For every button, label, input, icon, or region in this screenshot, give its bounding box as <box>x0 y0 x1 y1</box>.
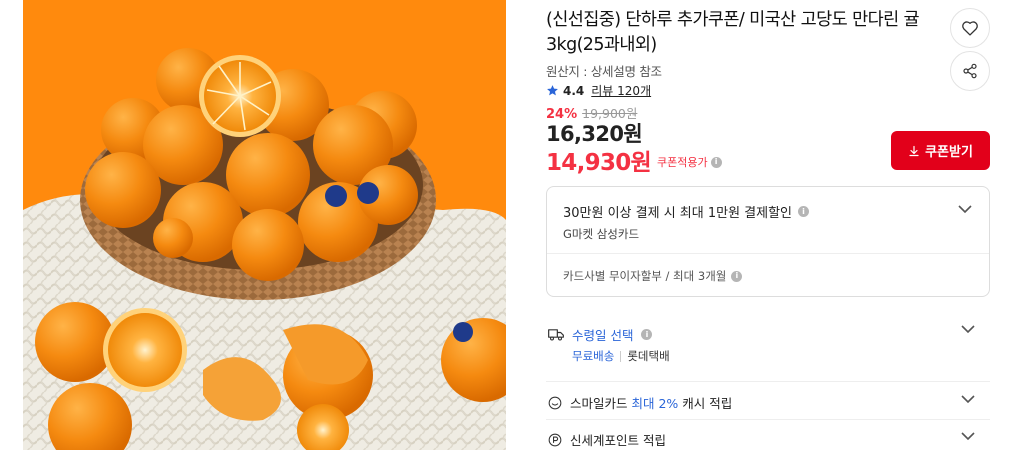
card-name: G마켓 삼성카드 <box>563 227 640 241</box>
installment-text: 카드사별 무이자할부 / 최대 3개월 <box>563 269 727 283</box>
divider <box>620 350 622 362</box>
smile-card-info: 스마일카드 최대 2% 캐시 적립 <box>548 393 732 412</box>
share-button[interactable] <box>950 51 990 91</box>
shinsegae-point-row[interactable]: 신세계포인트 적립 <box>546 420 990 456</box>
download-icon <box>909 145 919 156</box>
delivery-date-row[interactable]: 수령일 선택 i 무료배송 롯데택배 <box>546 320 990 382</box>
delivery-date-header: 수령일 선택 i <box>548 325 653 344</box>
smile-card-highlight: 최대 2% <box>631 396 679 411</box>
info-icon[interactable]: i <box>641 329 653 340</box>
smile-icon <box>548 396 562 409</box>
heart-icon <box>962 21 978 36</box>
card-benefit-headline: 30만원 이상 결제 시 최대 1만원 결제할인 i <box>563 202 810 221</box>
rating-row: 4.4 리뷰 120개 <box>546 82 651 99</box>
smile-card-row[interactable]: 스마일카드 최대 2% 캐시 적립 <box>546 382 990 420</box>
shinsegae-point-info: 신세계포인트 적립 <box>548 430 666 449</box>
wishlist-button[interactable] <box>950 8 990 48</box>
delivery-date-label: 수령일 선택 <box>572 328 634 343</box>
rating-score: 4.4 <box>563 83 585 98</box>
chevron-down-icon[interactable] <box>957 204 973 214</box>
share-icon <box>963 63 977 79</box>
product-image <box>23 0 506 450</box>
card-benefit-box[interactable]: 30만원 이상 결제 시 최대 1만원 결제할인 i G마켓 삼성카드 카드사별… <box>546 186 990 297</box>
get-coupon-button[interactable]: 쿠폰받기 <box>891 131 990 170</box>
info-icon[interactable]: i <box>798 206 810 217</box>
smile-card-suffix: 캐시 적립 <box>682 396 733 411</box>
smile-card-prefix: 스마일카드 <box>570 396 628 411</box>
chevron-down-icon[interactable] <box>960 324 976 334</box>
card-benefit-text: 30만원 이상 결제 시 최대 1만원 결제할인 <box>563 206 793 221</box>
point-icon <box>548 433 562 446</box>
origin-info: 원산지 : 상세설명 참조 <box>546 64 662 79</box>
shipping-info: 무료배송 롯데택배 <box>572 348 670 364</box>
chevron-down-icon[interactable] <box>960 431 976 441</box>
product-title: (신선집중) 단하루 추가쿠폰/ 미국산 고당도 만다린 귤 3kg(25과내외… <box>546 10 920 55</box>
get-coupon-label: 쿠폰받기 <box>925 144 973 159</box>
installment-info: 카드사별 무이자할부 / 최대 3개월 i <box>563 268 743 284</box>
coupon-price-row: 14,930원 쿠폰적용가 i <box>546 143 722 177</box>
star-icon <box>547 85 558 96</box>
info-icon[interactable]: i <box>731 270 743 282</box>
coupon-note-label: 쿠폰적용가 <box>657 156 708 169</box>
courier-name: 롯데택배 <box>627 349 670 363</box>
coupon-price-note[interactable]: 쿠폰적용가 i <box>657 154 722 170</box>
coupon-price: 14,930원 <box>546 150 652 176</box>
truck-icon <box>548 329 564 341</box>
divider <box>547 253 989 254</box>
free-shipping: 무료배송 <box>572 349 615 363</box>
review-link[interactable]: 리뷰 120개 <box>591 82 651 99</box>
shinsegae-point-label: 신세계포인트 적립 <box>570 433 666 448</box>
chevron-down-icon[interactable] <box>960 394 976 404</box>
info-icon: i <box>710 156 722 168</box>
